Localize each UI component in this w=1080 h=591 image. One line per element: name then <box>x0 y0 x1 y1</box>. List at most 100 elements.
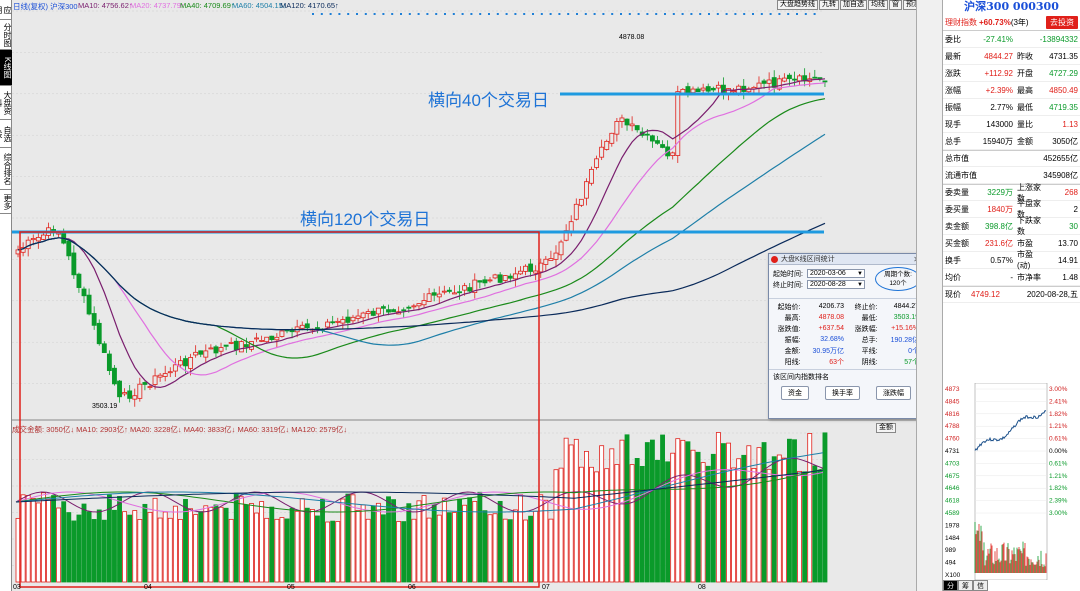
quote-value: 0.57% <box>990 255 1013 265</box>
toolbar-button-0[interactable]: 大盘趋势线 <box>777 0 818 10</box>
quote-value-2: 345908亿 <box>1043 170 1078 180</box>
quote-label-2: 最高 <box>1017 85 1033 95</box>
volume-bar <box>243 504 249 583</box>
mini-tab-2[interactable]: 信 <box>973 580 988 591</box>
volume-bar <box>812 465 818 583</box>
mini-chart-tabs: 分筹信 <box>943 580 988 591</box>
mini-left-tick: 4703 <box>945 460 960 467</box>
mini-right-tick: 2.41% <box>1049 398 1068 405</box>
dialog-sort-button-2[interactable]: 涨跌幅 <box>876 386 911 400</box>
volume-bar <box>507 519 513 583</box>
dialog-stat-label: 阳线: <box>784 358 801 366</box>
end-date-select[interactable]: 2020-08-28 ▼ <box>807 280 865 289</box>
invest-button[interactable]: 去投资 <box>1046 15 1078 29</box>
volume-bar <box>269 506 275 583</box>
dialog-stat-value: 3503.19 <box>893 314 920 321</box>
candle-body <box>670 152 676 156</box>
candle-body <box>426 293 432 302</box>
left-tab-5[interactable]: 综合排名 <box>0 148 12 190</box>
candle-body <box>781 77 787 82</box>
candle-body <box>162 373 168 377</box>
left-tab-4[interactable]: 自选股 <box>0 120 12 148</box>
candle-body <box>264 336 270 343</box>
candle-body <box>243 344 249 348</box>
dialog-stat-value: 30.95万亿 <box>812 347 845 355</box>
left-tab-6[interactable]: 更多 <box>0 190 12 214</box>
volume-bar <box>482 510 488 583</box>
candle-body <box>624 118 630 126</box>
intraday-mini-chart[interactable]: 4873 4845 4816 4788 4760 4731 4703 4675 4646 4618… <box>943 383 1080 580</box>
volume-bar <box>822 432 828 583</box>
event-marker-icon <box>769 13 772 15</box>
event-marker-icon <box>364 13 367 15</box>
event-marker-icon <box>461 13 464 15</box>
candle-body <box>193 351 199 356</box>
volume-bar <box>817 470 823 583</box>
volume-bar <box>25 495 31 583</box>
candle-body <box>629 123 635 127</box>
candle-body <box>411 305 417 308</box>
event-marker-icon <box>611 13 614 15</box>
volume-bar <box>487 514 493 583</box>
date-tick-label: 07 <box>542 584 550 591</box>
volume-bar <box>446 512 452 583</box>
event-marker-icon <box>690 13 693 15</box>
event-marker-icon <box>804 13 807 15</box>
candle-body <box>675 91 681 156</box>
quote-value-2: 13.70 <box>1057 238 1078 248</box>
volume-bar <box>147 511 153 583</box>
quote-label: 现手 <box>945 119 961 129</box>
event-marker-icon <box>417 13 420 15</box>
quote-row: 涨幅 +2.39% 最高 4850.49 <box>943 82 1080 99</box>
mini-right-tick: 1.21% <box>1049 473 1068 480</box>
candle-body <box>477 280 483 283</box>
dialog-title: 大盘K线区间统计 <box>781 256 835 263</box>
kline-chart-area[interactable]: 4978482746744521436842154062390937563603… <box>12 0 924 591</box>
interval-stats-dialog[interactable]: 大盘K线区间统计 ✕ 起始时间: 2020-03-06 ▼ 终止时间: 2020… <box>768 253 924 419</box>
candle-body <box>604 140 610 150</box>
volume-bar <box>86 511 92 583</box>
chart-title: 日线(复权) 沪深300 <box>13 2 78 11</box>
candle-body <box>533 270 539 274</box>
mini-tab-0[interactable]: 分 <box>943 580 958 591</box>
volume-type-button[interactable]: 金额 <box>876 423 896 433</box>
candle-body <box>365 311 371 314</box>
quote-value-2: 268 <box>1064 188 1078 197</box>
dialog-buttons: 资金 换手率 涨跌幅 <box>769 384 923 402</box>
chart-toolbar: 大盘趋势线 九转 加自选 均线窗预测 <box>777 0 924 10</box>
dialog-sort-button-0[interactable]: 资金 <box>781 386 809 400</box>
dialog-stat-row: 振幅: 32.68% 总手: 190.28亿 <box>769 334 923 345</box>
dialog-sort-button-1[interactable]: 换手率 <box>825 386 860 400</box>
left-tab-1[interactable]: 分时图 <box>0 20 12 50</box>
toolbar-button-3[interactable]: 均线 <box>868 0 888 10</box>
toolbar-button-4[interactable]: 窗 <box>889 0 902 10</box>
start-date-select[interactable]: 2020-03-06 ▼ <box>807 269 865 278</box>
dialog-stat-value: 57个 <box>904 358 920 366</box>
volume-bar <box>264 517 270 583</box>
volume-bar <box>304 507 310 583</box>
volume-bar <box>634 457 640 583</box>
quote-rows: 委比 -27.41% -13894332 最新 4844.27 昨收 4731.35 涨跌 +1… <box>943 31 1080 286</box>
toolbar-button-2[interactable]: 加自选 <box>840 0 867 10</box>
mini-tab-1[interactable]: 筹 <box>958 580 973 591</box>
volume-bar <box>741 454 747 583</box>
event-marker-icon <box>488 13 490 15</box>
volume-bar <box>335 521 341 583</box>
volume-bar <box>518 494 523 583</box>
volume-bar <box>223 507 229 583</box>
volume-bar <box>426 517 432 583</box>
quote-label-2: 开盘 <box>1017 68 1033 78</box>
left-tab-3[interactable]: 大盘资料 <box>0 86 12 120</box>
left-tab-0[interactable]: 应用 <box>0 0 12 20</box>
candle-body <box>518 270 523 275</box>
dialog-stat-label: 阴线: <box>861 358 878 366</box>
quote-value-2: 4727.29 <box>1049 68 1078 78</box>
axis-scroll-strip[interactable] <box>916 0 942 591</box>
volume-bar <box>30 497 36 583</box>
event-marker-icon <box>338 13 341 15</box>
event-marker-icon <box>532 13 534 15</box>
left-tab-2[interactable]: K线图 <box>0 50 12 86</box>
candle-body <box>198 350 204 355</box>
volume-bar <box>360 504 366 583</box>
toolbar-button-1[interactable]: 九转 <box>819 0 839 10</box>
